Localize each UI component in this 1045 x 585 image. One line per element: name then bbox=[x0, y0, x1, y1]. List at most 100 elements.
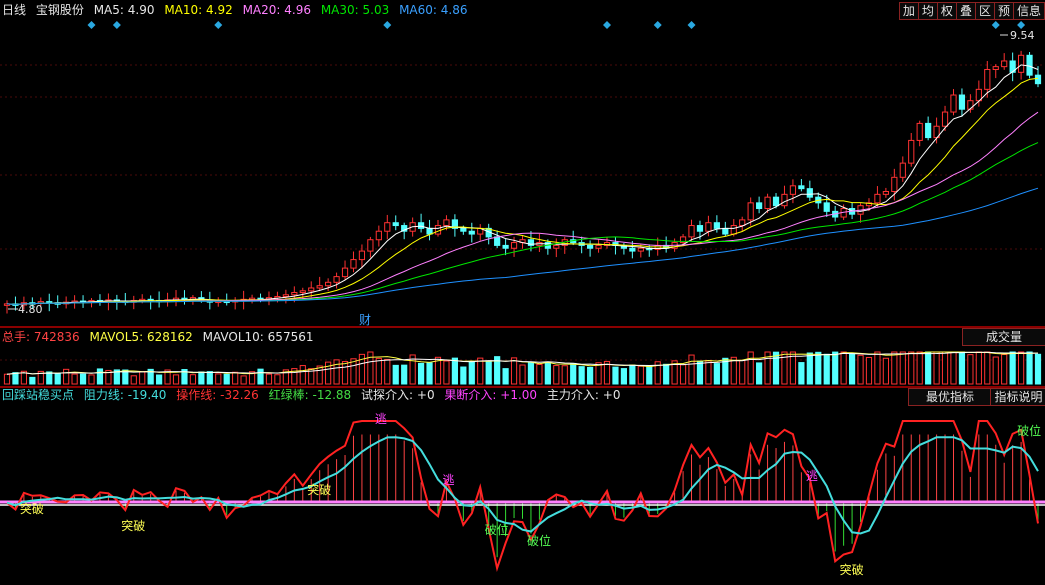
volume-bar bbox=[206, 371, 213, 385]
volume-bar bbox=[384, 358, 391, 385]
volume-bar bbox=[874, 351, 881, 385]
toolbar-add-button[interactable]: 加 bbox=[898, 2, 919, 20]
candle-body bbox=[958, 94, 966, 110]
ma10-readout: MA10: 4.92 bbox=[164, 3, 233, 17]
toolbar-forecast-button[interactable]: 预 bbox=[993, 2, 1014, 20]
volume-bar bbox=[3, 373, 11, 385]
indicator-pane[interactable]: 回踩站稳买点 阻力线: -19.40 操作线: -32.26 红绿棒: -12.… bbox=[0, 387, 1045, 585]
volume-bar bbox=[688, 354, 695, 385]
candle-body bbox=[891, 176, 898, 192]
event-diamond-marker bbox=[603, 21, 612, 29]
volume-bar bbox=[12, 372, 19, 385]
signal-label-breakthrough: 突破 bbox=[19, 501, 44, 516]
candle-body bbox=[899, 162, 906, 178]
volume-bar bbox=[375, 357, 382, 385]
candle-body bbox=[637, 247, 644, 252]
resist-readout: 阻力线: -19.40 bbox=[83, 388, 167, 402]
volume-bar bbox=[570, 362, 577, 385]
candle-body bbox=[730, 225, 737, 235]
toolbar-range-button[interactable]: 区 bbox=[974, 2, 995, 20]
ma20-readout: MA20: 4.96 bbox=[242, 3, 311, 17]
event-diamond-marker bbox=[653, 21, 662, 29]
candle-body bbox=[308, 287, 315, 292]
volume-bar bbox=[401, 364, 408, 385]
ma60-readout: MA60: 4.86 bbox=[399, 3, 468, 17]
volume-bar bbox=[882, 357, 889, 385]
volume-bar bbox=[71, 373, 78, 385]
volume-bar bbox=[561, 365, 568, 385]
candle-body bbox=[823, 202, 830, 212]
indicator-help-button[interactable]: 指标说明 bbox=[990, 388, 1045, 406]
volume-indicator-selector[interactable]: 成交量 bbox=[962, 328, 1045, 346]
candle-body bbox=[950, 94, 957, 113]
op-line-readout: 操作线: -32.26 bbox=[176, 388, 259, 402]
toolbar-rights-button[interactable]: 权 bbox=[936, 2, 957, 20]
signal-label-escape: 逃 bbox=[374, 411, 387, 426]
volume-pane[interactable]: 总手: 742836 MAVOL5: 628162 MAVOL10: 65756… bbox=[0, 327, 1045, 387]
volume-bar bbox=[79, 373, 87, 385]
candle-body bbox=[941, 111, 949, 127]
volume-bar bbox=[1009, 351, 1016, 385]
volume-bar bbox=[198, 371, 205, 385]
volume-bar bbox=[772, 351, 780, 385]
volume-bar bbox=[333, 359, 340, 385]
volume-bar bbox=[274, 374, 281, 385]
signal-label-breakthrough: 突破 bbox=[121, 518, 146, 533]
volume-bar bbox=[612, 366, 619, 385]
price-pane[interactable]: 日线 宝钢股份 MA5: 4.90 MA10: 4.92 MA20: 4.96 … bbox=[0, 0, 1045, 327]
candle-body bbox=[629, 247, 636, 252]
volume-bar bbox=[815, 351, 822, 385]
candle-body bbox=[468, 230, 475, 235]
volume-bar bbox=[1001, 354, 1008, 385]
candle-body bbox=[333, 276, 340, 283]
signal-label-escape: 逃 bbox=[442, 472, 455, 487]
volume-bar bbox=[848, 352, 856, 385]
volume-bar bbox=[316, 365, 323, 385]
price-chart[interactable] bbox=[0, 0, 1045, 326]
volume-bar bbox=[925, 351, 932, 385]
volume-bar bbox=[468, 361, 475, 385]
volume-bar bbox=[299, 365, 306, 385]
toolbar-average-button[interactable]: 均 bbox=[917, 2, 938, 20]
high-price-label: 9.54 bbox=[1010, 29, 1035, 42]
volume-bar bbox=[857, 354, 864, 385]
candle-body bbox=[367, 239, 374, 252]
candle-body bbox=[316, 285, 323, 289]
toolbar-info-button[interactable]: 信息 bbox=[1012, 2, 1045, 20]
candle-body bbox=[798, 185, 805, 190]
volume-bar bbox=[156, 374, 163, 385]
candle-body bbox=[299, 290, 306, 294]
candle-body bbox=[713, 222, 720, 229]
red-green-readout: 红绿棒: -12.88 bbox=[268, 388, 352, 402]
operation-line bbox=[6, 420, 1039, 572]
indicator-chart[interactable] bbox=[0, 388, 1045, 585]
volume-bar bbox=[417, 362, 425, 385]
volume-bar bbox=[908, 351, 915, 385]
ma30-line bbox=[6, 142, 1039, 305]
volume-bar bbox=[798, 362, 805, 385]
volume-bar bbox=[502, 368, 509, 385]
period-label[interactable]: 日线 bbox=[2, 3, 26, 17]
volume-bar bbox=[840, 351, 847, 385]
event-diamond-marker bbox=[1017, 21, 1026, 29]
main-force-readout: 主力介入: +0 bbox=[546, 388, 621, 402]
volume-bar bbox=[646, 365, 653, 385]
candle-body bbox=[908, 139, 915, 164]
volume-bar bbox=[975, 351, 982, 385]
volume-bar bbox=[806, 352, 813, 385]
volume-bar bbox=[63, 368, 70, 385]
candle-body bbox=[553, 244, 560, 249]
volume-bar bbox=[443, 360, 450, 385]
best-indicator-button[interactable]: 最优指标 bbox=[908, 388, 992, 406]
ma5-line bbox=[6, 64, 1039, 305]
toolbar-overlay-button[interactable]: 叠 bbox=[955, 2, 976, 20]
volume-bar bbox=[460, 366, 467, 385]
volume-bar bbox=[172, 374, 180, 385]
volume-bar bbox=[536, 364, 543, 385]
candle-body bbox=[341, 267, 349, 278]
volume-bar bbox=[637, 365, 644, 385]
signal-label-escape: 逃 bbox=[805, 469, 818, 484]
volume-bar bbox=[477, 357, 484, 385]
finance-event-marker[interactable]: 财 bbox=[359, 311, 371, 328]
volume-bar bbox=[705, 360, 712, 385]
